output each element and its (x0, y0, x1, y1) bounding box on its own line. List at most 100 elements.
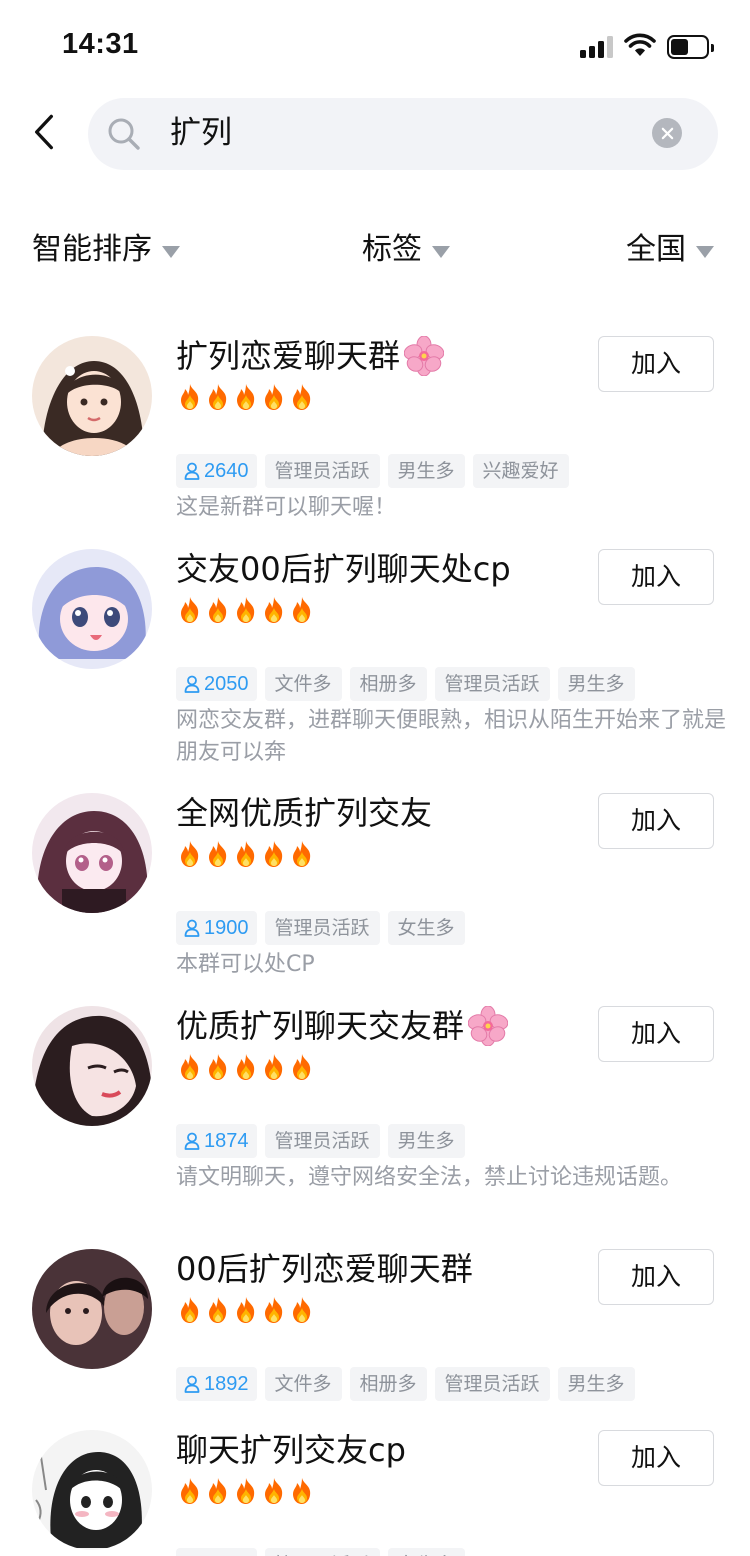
tag-list: 2640 管理员活跃 男生多 兴趣爱好 (176, 454, 577, 488)
member-count-badge: 1900 (176, 911, 257, 945)
join-button[interactable]: 加入 (598, 336, 714, 392)
group-avatar[interactable] (32, 1006, 152, 1126)
join-button[interactable]: 加入 (598, 1430, 714, 1486)
fire-icon (232, 1296, 260, 1324)
filter-region-label: 全国 (626, 232, 686, 267)
group-tag: 管理员活跃 (264, 454, 380, 488)
group-avatar[interactable] (32, 549, 152, 669)
filter-tags-label: 标签 (362, 232, 422, 267)
fire-icon (204, 1296, 232, 1324)
group-tag: 男生多 (387, 454, 465, 488)
group-description: 请文明聊天，遵守网络安全法，禁止讨论违规话题。 (176, 1165, 683, 1190)
fire-icon (232, 840, 260, 868)
clear-search-button[interactable] (652, 118, 682, 148)
group-description: 这是新群可以聊天喔！ (176, 495, 397, 520)
join-button[interactable]: 加入 (598, 793, 714, 849)
fire-icon (260, 383, 288, 411)
group-tag: 文件多 (264, 1367, 342, 1401)
fire-icon (232, 1477, 260, 1505)
person-icon (184, 675, 200, 693)
group-tag: 男生多 (387, 1124, 465, 1158)
group-tag: 文件多 (264, 667, 342, 701)
group-tag: 女生多 (387, 911, 465, 945)
member-count-badge: 1874 (176, 1124, 257, 1158)
search-icon (108, 118, 140, 150)
fire-icon (260, 1477, 288, 1505)
group-name-text: 聊天扩列交友cp (176, 1431, 406, 1469)
filter-region[interactable]: 全国 (626, 228, 714, 272)
heat-rating (176, 383, 316, 411)
filter-bar: 智能排序 标签 全国 (0, 228, 750, 272)
search-query: 扩列 (170, 115, 232, 151)
member-count: 2640 (204, 460, 249, 482)
group-description: 本群可以处CP (176, 952, 315, 977)
fire-icon (204, 1053, 232, 1081)
member-count: 1892 (204, 1373, 249, 1395)
status-time: 14:31 (62, 28, 139, 60)
member-count: 1900 (204, 917, 249, 939)
person-icon (184, 1132, 200, 1150)
group-name: 交友00后扩列聊天处cp (176, 547, 511, 591)
group-name-text: 优质扩列聊天交友群 (176, 1007, 465, 1045)
fire-icon (176, 1477, 204, 1505)
fire-icon (176, 1053, 204, 1081)
group-name: 全网优质扩列交友 (176, 791, 432, 835)
fire-icon (288, 383, 316, 411)
group-name-text: 00后扩列恋爱聊天群 (176, 1250, 473, 1288)
fire-icon (260, 596, 288, 624)
group-tag: 管理员活跃 (264, 1548, 380, 1556)
fire-icon (260, 840, 288, 868)
heat-rating (176, 1477, 316, 1505)
join-button[interactable]: 加入 (598, 1006, 714, 1062)
fire-icon (204, 840, 232, 868)
flower-icon (468, 1006, 508, 1046)
group-name: 优质扩列聊天交友群 (176, 1004, 508, 1048)
fire-icon (176, 596, 204, 624)
heat-rating (176, 840, 316, 868)
search-input[interactable]: 扩列 (88, 98, 718, 170)
group-description: 网恋交友群，进群聊天便眼熟，相识从陌生开始来了就是朋友可以奔 (176, 708, 727, 765)
group-tag: 兴趣爱好 (472, 454, 569, 488)
fire-icon (232, 596, 260, 624)
member-count: 1904 (204, 1548, 249, 1556)
filter-tags[interactable]: 标签 (362, 228, 450, 272)
filter-sort-label: 智能排序 (32, 232, 152, 267)
fire-icon (288, 1296, 316, 1324)
filter-sort[interactable]: 智能排序 (32, 228, 180, 272)
group-avatar[interactable] (32, 336, 152, 456)
group-tag: 男生多 (557, 667, 635, 701)
tag-list: 1874 管理员活跃 男生多 (176, 1124, 473, 1158)
group-name: 00后扩列恋爱聊天群 (176, 1247, 473, 1291)
dropdown-triangle-icon (432, 246, 450, 258)
flower-icon (404, 336, 444, 376)
battery-icon (667, 35, 714, 59)
heat-rating (176, 596, 316, 624)
fire-icon (176, 840, 204, 868)
join-button[interactable]: 加入 (598, 1249, 714, 1305)
fire-icon (204, 596, 232, 624)
group-tag: 管理员活跃 (264, 1124, 380, 1158)
back-button[interactable] (26, 110, 62, 154)
dropdown-triangle-icon (696, 246, 714, 258)
person-icon (184, 462, 200, 480)
fire-icon (204, 1477, 232, 1505)
group-avatar[interactable] (32, 1430, 152, 1550)
fire-icon (204, 383, 232, 411)
group-tag: 相册多 (349, 1367, 427, 1401)
fire-icon (176, 1296, 204, 1324)
join-button[interactable]: 加入 (598, 549, 714, 605)
fire-icon (288, 1477, 316, 1505)
fire-icon (176, 383, 204, 411)
group-name: 扩列恋爱聊天群 (176, 334, 444, 378)
group-tag: 管理员活跃 (434, 1367, 550, 1401)
group-avatar[interactable] (32, 793, 152, 913)
chevron-left-icon (35, 114, 53, 150)
group-name-text: 交友00后扩列聊天处cp (176, 550, 511, 588)
member-count-badge: 1904 (176, 1548, 257, 1556)
fire-icon (288, 1053, 316, 1081)
tag-list: 1900 管理员活跃 女生多 (176, 911, 473, 945)
signal-icon (580, 36, 614, 58)
heat-rating (176, 1296, 316, 1324)
group-avatar[interactable] (32, 1249, 152, 1369)
member-count-badge: 2050 (176, 667, 257, 701)
